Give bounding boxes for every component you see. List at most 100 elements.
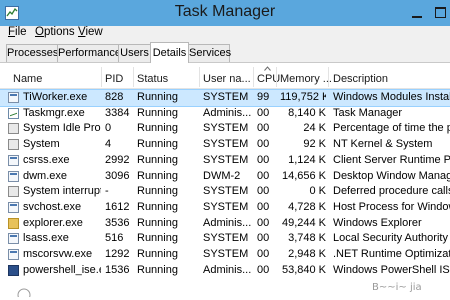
status-cell: Running: [137, 138, 178, 151]
user-name-cell: SYSTEM: [203, 91, 249, 103]
column-divider[interactable]: [133, 67, 134, 87]
status-cell: Running: [137, 91, 178, 103]
cpu-cell: 00: [257, 138, 270, 151]
tab-details[interactable]: Details: [150, 42, 189, 63]
cpu-cell: 00: [257, 216, 270, 229]
system-interrupts-icon: [8, 186, 19, 198]
status-cell: Running: [137, 232, 178, 245]
table-row[interactable]: powershell_ise.e... 1536 Running Adminis...…: [0, 263, 450, 279]
column-header-memory[interactable]: Memory ...: [280, 73, 332, 85]
user-name-cell: SYSTEM: [203, 232, 249, 245]
description-cell: Percentage of time the proc: [333, 122, 450, 135]
powershell-icon: [8, 264, 19, 276]
menu-file[interactable]: File: [8, 26, 27, 38]
table-row[interactable]: svchost.exe 1612 Running SYSTEM 00 4,728 K Hos…: [0, 200, 450, 216]
task-manager-icon: [8, 107, 19, 119]
description-cell: Windows PowerShell ISE: [333, 263, 450, 276]
column-divider[interactable]: [276, 67, 277, 87]
status-cell: Running: [137, 200, 178, 213]
cpu-cell: 00: [257, 169, 270, 182]
fewer-details-icon[interactable]: [16, 285, 38, 297]
menu-view-rest: iew: [85, 26, 103, 38]
task-manager-window: Task Manager File Options View Processes…: [0, 0, 450, 300]
table-row[interactable]: csrss.exe 2992 Running SYSTEM 00 1,124 K Clien…: [0, 153, 450, 169]
user-name-cell: SYSTEM: [203, 138, 249, 151]
cpu-cell: 00: [257, 263, 270, 276]
maximize-icon: [435, 7, 446, 18]
pid-cell: 516: [105, 232, 124, 245]
pid-cell: 2992: [105, 153, 130, 166]
tab-services[interactable]: Services: [188, 44, 231, 62]
memory-cell: 1,124 K: [288, 153, 326, 166]
description-cell: NT Kernel & System: [333, 138, 433, 151]
table-row[interactable]: System 4 Running SYSTEM 00 92 K NT Kernel & Sy…: [0, 137, 450, 153]
memory-cell: 0 K: [309, 185, 326, 198]
status-cell: Running: [137, 185, 178, 198]
column-header-pid[interactable]: PID: [105, 73, 123, 85]
process-name-cell: svchost.exe: [23, 200, 82, 213]
details-table: Name PID Status User na... CPU Memory ..…: [0, 63, 450, 300]
tab-users[interactable]: Users: [118, 44, 151, 62]
generic-process-icon: [8, 249, 19, 260]
user-name-cell: DWM-2: [203, 169, 241, 182]
process-name-cell: csrss.exe: [23, 153, 70, 166]
memory-cell: 2,948 K: [288, 248, 326, 260]
maximize-button[interactable]: [430, 2, 450, 22]
user-name-cell: Adminis...: [203, 263, 252, 276]
user-name-cell: SYSTEM: [203, 185, 249, 198]
column-divider[interactable]: [328, 67, 329, 87]
table-row[interactable]: dwm.exe 3096 Running DWM-2 00 14,656 K Desktop…: [0, 169, 450, 185]
column-divider[interactable]: [199, 67, 200, 87]
pid-cell: 3096: [105, 169, 130, 182]
process-name-cell: System interrupts: [23, 185, 101, 198]
system-idle-icon: [8, 123, 19, 135]
memory-cell: 49,244 K: [281, 216, 326, 229]
table-row[interactable]: System Idle Pro... 0 Running SYSTEM 00 24 K Pe…: [0, 121, 450, 137]
memory-cell: 8,140 K: [288, 106, 326, 119]
cpu-cell: 00: [257, 153, 270, 166]
status-cell: Running: [137, 122, 178, 135]
title-bar[interactable]: Task Manager: [0, 0, 450, 26]
column-divider[interactable]: [253, 67, 254, 87]
pid-cell: 1612: [105, 200, 130, 213]
column-header-name[interactable]: Name: [13, 73, 42, 85]
user-name-cell: Adminis...: [203, 106, 252, 119]
tab-processes[interactable]: Processes: [6, 44, 59, 62]
table-row[interactable]: System interrupts - Running SYSTEM 00 0 K Defe…: [0, 184, 450, 200]
process-name-cell: dwm.exe: [23, 169, 68, 182]
process-name-cell: TiWorker.exe: [23, 91, 88, 103]
table-row[interactable]: lsass.exe 516 Running SYSTEM 00 3,748 K Local …: [0, 231, 450, 247]
memory-cell: 4,728 K: [288, 200, 326, 213]
column-header-description[interactable]: Description: [333, 73, 388, 85]
table-row[interactable]: TiWorker.exe 828 Running SYSTEM 99 119,752 K W…: [0, 89, 450, 107]
memory-cell: 3,748 K: [288, 232, 326, 245]
table-row[interactable]: mscorsvw.exe 1292 Running SYSTEM 00 2,948 K .N…: [0, 247, 450, 263]
process-name-cell: explorer.exe: [23, 216, 83, 229]
menu-view[interactable]: View: [78, 26, 103, 38]
description-cell: Deferred procedure calls an: [333, 185, 450, 198]
tab-performance[interactable]: Performance: [57, 44, 121, 62]
column-header-status[interactable]: Status: [137, 73, 168, 85]
memory-cell: 14,656 K: [281, 169, 326, 182]
menu-options[interactable]: Options: [35, 26, 75, 38]
description-cell: Task Manager: [333, 106, 403, 119]
menu-bar: File Options View: [0, 26, 450, 42]
cpu-cell: 00: [257, 232, 270, 245]
table-row[interactable]: Taskmgr.exe 3384 Running Adminis... 00 8,140 …: [0, 106, 450, 122]
table-row[interactable]: explorer.exe 3536 Running Adminis... 00 49,24…: [0, 216, 450, 232]
pid-cell: 3384: [105, 106, 130, 119]
memory-cell: 24 K: [303, 122, 326, 135]
column-header-user[interactable]: User na...: [203, 73, 251, 85]
folder-icon: [8, 217, 19, 229]
column-divider[interactable]: [101, 67, 102, 87]
sort-arrow-icon: [264, 66, 271, 71]
process-name-cell: powershell_ise.e...: [23, 263, 101, 276]
description-cell: Client Server Runtime Proce: [333, 153, 450, 166]
process-name-cell: mscorsvw.exe: [23, 248, 93, 260]
description-cell: Local Security Authority Pro: [333, 232, 450, 245]
user-name-cell: SYSTEM: [203, 122, 249, 135]
status-cell: Running: [137, 263, 178, 276]
minimize-button[interactable]: [408, 4, 426, 22]
window-title: Task Manager: [174, 3, 276, 20]
cpu-cell: 00: [257, 185, 270, 198]
